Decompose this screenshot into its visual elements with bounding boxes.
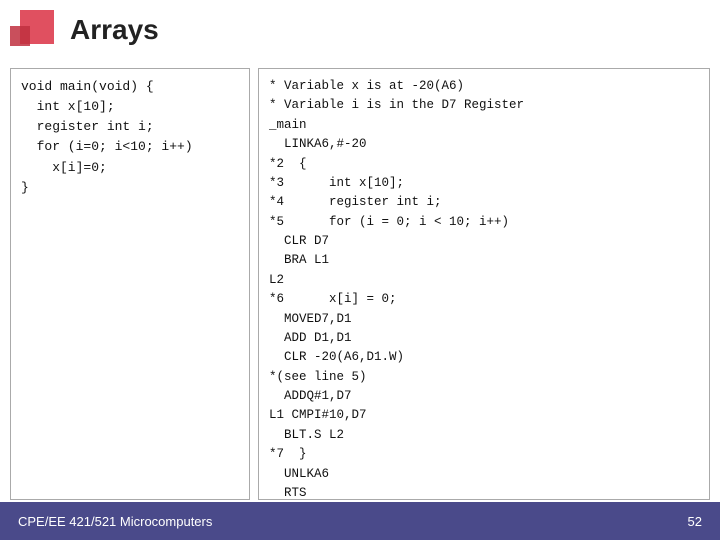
assembly-code-text: * Variable x is at -20(A6) * Variable i … — [269, 77, 699, 523]
page-title: Arrays — [70, 14, 159, 46]
footer-page-number: 52 — [688, 514, 702, 529]
footer-bar: CPE/EE 421/521 Microcomputers 52 — [0, 502, 720, 540]
c-code-panel: void main(void) { int x[10]; register in… — [10, 68, 250, 500]
decorative-squares — [10, 10, 60, 60]
assembly-code-panel: * Variable x is at -20(A6) * Variable i … — [258, 68, 710, 500]
footer-label: CPE/EE 421/521 Microcomputers — [18, 514, 212, 529]
content-area: void main(void) { int x[10]; register in… — [10, 68, 710, 500]
c-code-text: void main(void) { int x[10]; register in… — [21, 77, 239, 198]
deco-square-2 — [10, 26, 30, 46]
